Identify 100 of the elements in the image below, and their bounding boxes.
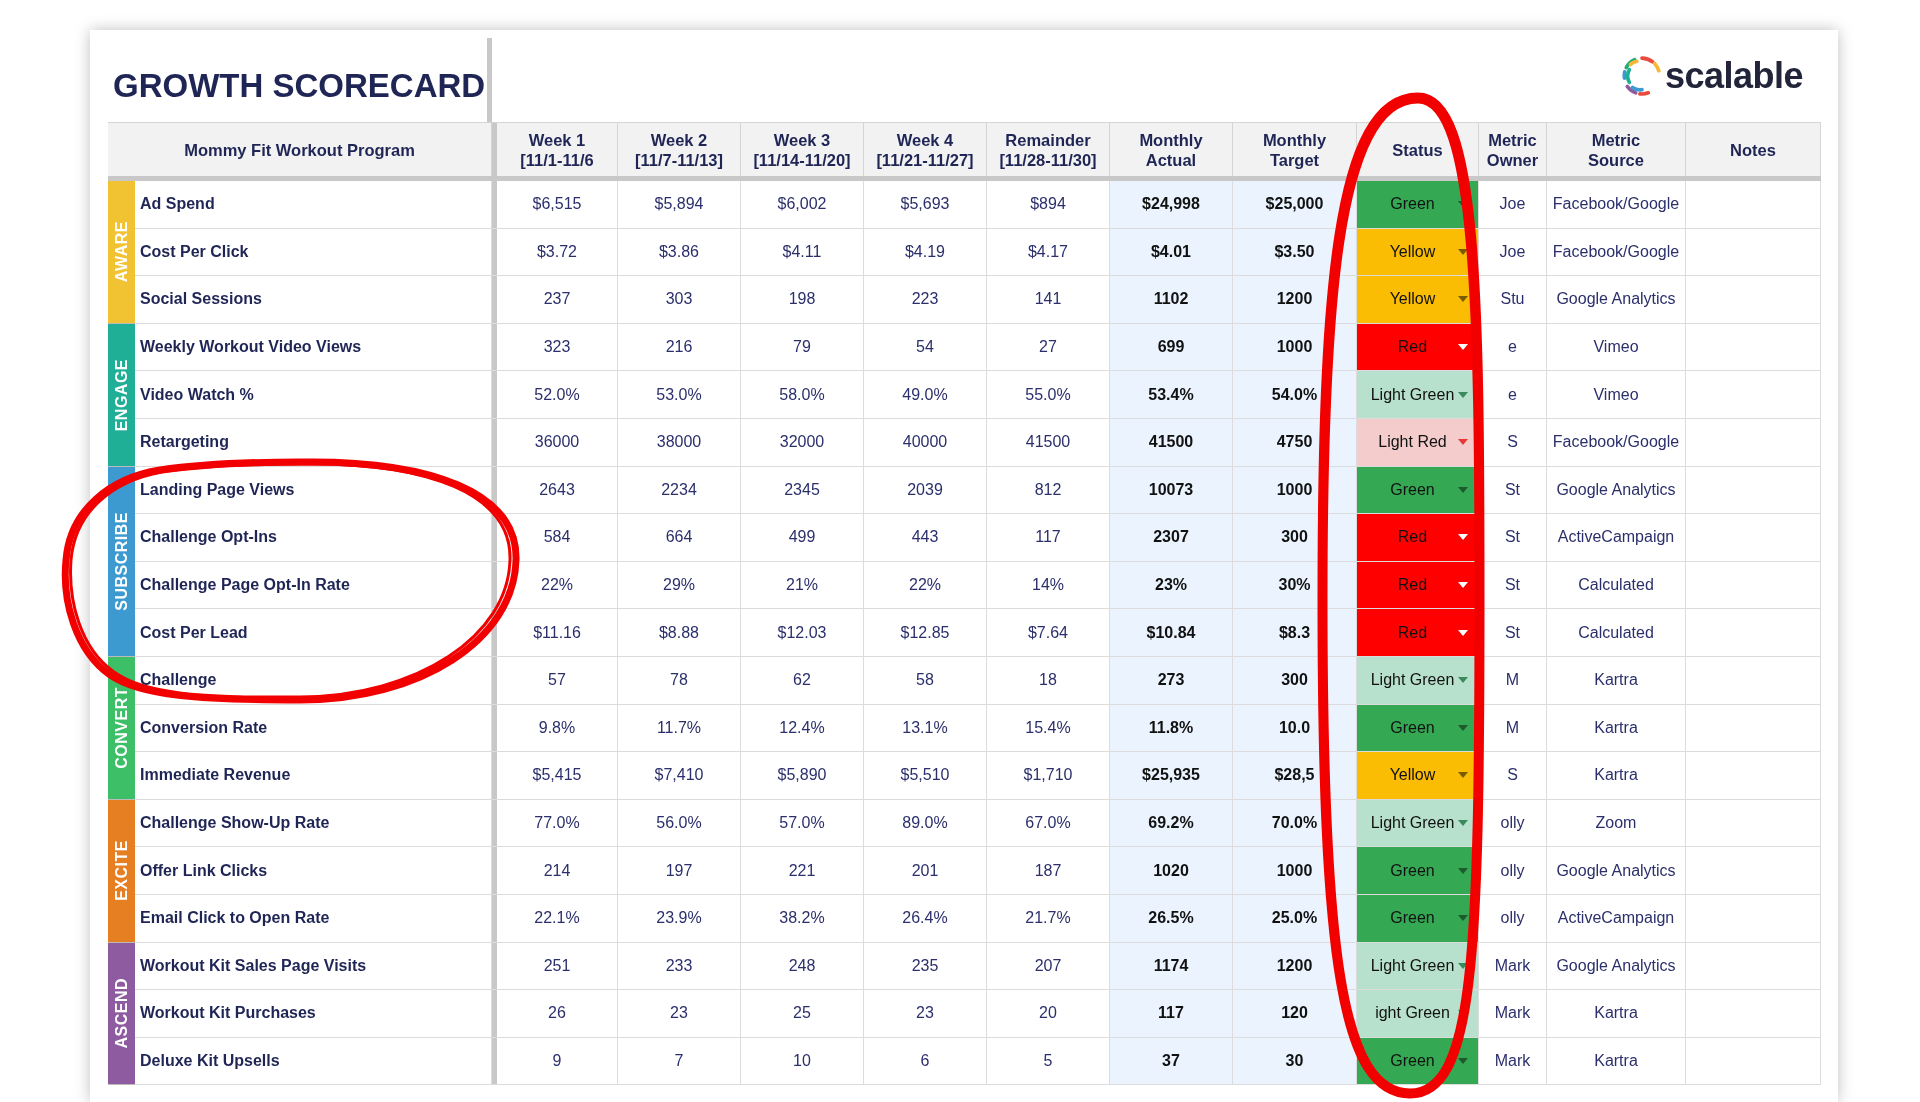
table-cell: 54.0% [1233, 371, 1357, 418]
table-cell: 38000 [618, 418, 741, 466]
table-cell: St [1479, 609, 1547, 656]
table-cell: M [1479, 704, 1547, 752]
table-cell: $8.88 [618, 609, 741, 656]
table-cell: 40000 [864, 418, 987, 466]
table-cell: 2345 [741, 466, 864, 514]
column-header: Week 2 [11/7-11/13] [618, 123, 741, 176]
table-cell: 699 [1110, 323, 1233, 371]
table-cell: Mark [1479, 990, 1547, 1037]
column-header: Status [1357, 123, 1479, 176]
status-dropdown[interactable]: ight Green [1357, 990, 1479, 1037]
caret-icon [1458, 724, 1468, 731]
metric-name: Video Watch % [135, 371, 492, 418]
table-cell: 214 [492, 847, 618, 894]
table-cell: 21% [741, 561, 864, 609]
caret-icon [1458, 772, 1468, 779]
table-cell: $5,890 [741, 752, 864, 799]
column-header: Remainder [11/28-11/30] [987, 123, 1110, 176]
table-cell: 32000 [741, 418, 864, 466]
table-cell: S [1479, 418, 1547, 466]
column-header: Week 1 [11/1-11/6 [492, 123, 618, 176]
table-cell: 9.8% [492, 704, 618, 752]
table-cell: Calculated [1547, 609, 1686, 656]
table-cell: St [1479, 561, 1547, 609]
metric-name: Social Sessions [135, 276, 492, 323]
table-cell: 1200 [1233, 276, 1357, 323]
table-cell: 58 [864, 656, 987, 704]
table-cell: $4.01 [1110, 228, 1233, 276]
table-cell: Joe [1479, 228, 1547, 276]
table-cell: 49.0% [864, 371, 987, 418]
table-cell: 26 [492, 990, 618, 1037]
metric-name: Ad Spend [135, 181, 492, 228]
table-cell: Joe [1479, 181, 1547, 228]
table-cell: $4.19 [864, 228, 987, 276]
group-label: CONVERT [112, 686, 131, 769]
caret-icon [1458, 629, 1468, 636]
table-cell: 37 [1110, 1037, 1233, 1085]
table-cell: 62 [741, 656, 864, 704]
table-cell: Facebook/Google [1547, 181, 1686, 228]
table-cell: $6,002 [741, 181, 864, 228]
table-cell: $8.3 [1233, 609, 1357, 656]
metric-name: Challenge Opt-Ins [135, 514, 492, 561]
group-label: ASCEND [112, 978, 131, 1049]
table-cell: 198 [741, 276, 864, 323]
table-cell: 251 [492, 942, 618, 990]
caret-icon [1458, 915, 1468, 922]
table-cell: 29% [618, 561, 741, 609]
table-cell: 22% [864, 561, 987, 609]
table-cell: 9 [492, 1037, 618, 1085]
column-header: Mommy Fit Workout Program [108, 123, 492, 176]
column-header: Metric Source [1547, 123, 1686, 176]
table-cell: $12.03 [741, 609, 864, 656]
table-cell: olly [1479, 894, 1547, 942]
table-cell: olly [1479, 799, 1547, 847]
table-cell: $4.11 [741, 228, 864, 276]
metric-name: Cost Per Click [135, 228, 492, 276]
table-cell: $6,515 [492, 181, 618, 228]
table-cell: $25,000 [1233, 181, 1357, 228]
caret-icon [1458, 248, 1468, 255]
table-cell: 1000 [1233, 847, 1357, 894]
table-cell: Google Analytics [1547, 466, 1686, 514]
table-cell: 117 [1110, 990, 1233, 1037]
table-cell: 120 [1233, 990, 1357, 1037]
table-cell: 6 [864, 1037, 987, 1085]
table-cell: 237 [492, 276, 618, 323]
table-cell: 216 [618, 323, 741, 371]
table-cell: Calculated [1547, 561, 1686, 609]
table-cell: $3.72 [492, 228, 618, 276]
table-cell: 10073 [1110, 466, 1233, 514]
column-header: Monthly Actual [1110, 123, 1233, 176]
table-cell: 53.0% [618, 371, 741, 418]
table-cell: $7,410 [618, 752, 741, 799]
caret-icon [1458, 677, 1468, 684]
metric-name: Weekly Workout Video Views [135, 323, 492, 371]
table-cell: 23% [1110, 561, 1233, 609]
table-cell: 1102 [1110, 276, 1233, 323]
table-cell: 584 [492, 514, 618, 561]
logo-wordmark: scalable [1664, 55, 1803, 97]
caret-icon [1458, 486, 1468, 493]
table-cell: 53.4% [1110, 371, 1233, 418]
metric-name: Conversion Rate [135, 704, 492, 752]
table-cell: 664 [618, 514, 741, 561]
table-cell: Google Analytics [1547, 276, 1686, 323]
table-cell: 26.5% [1110, 894, 1233, 942]
metric-name: Retargeting [135, 418, 492, 466]
table-cell: 2307 [1110, 514, 1233, 561]
table-cell: Kartra [1547, 1037, 1686, 1085]
table-cell: $28,5 [1233, 752, 1357, 799]
table-cell: 248 [741, 942, 864, 990]
status-dropdown[interactable]: Green [1357, 181, 1479, 228]
table-cell: S [1479, 752, 1547, 799]
caret-icon [1458, 962, 1468, 969]
metric-name: Workout Kit Sales Page Visits [135, 942, 492, 990]
table-cell: 499 [741, 514, 864, 561]
metric-name: Challenge Page Opt-In Rate [135, 561, 492, 609]
table-cell: 57 [492, 656, 618, 704]
table-cell: $10.84 [1110, 609, 1233, 656]
table-cell: $5,894 [618, 181, 741, 228]
caret-icon [1458, 296, 1468, 303]
